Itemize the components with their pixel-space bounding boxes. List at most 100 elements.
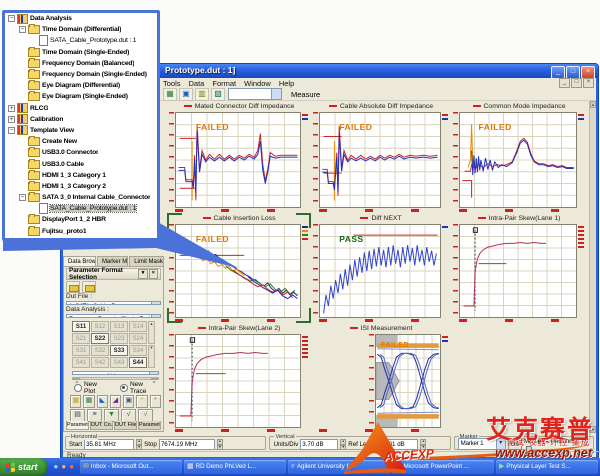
panel-icon-button[interactable]: ▦ — [70, 395, 81, 408]
all-select[interactable]: ALL — [72, 371, 159, 375]
task-button[interactable]: ✉Inbox - Microsoft Out... — [80, 460, 182, 474]
plot-frame[interactable] — [459, 224, 577, 318]
panel-icon-button[interactable]: ▦ — [83, 395, 94, 408]
tree-item[interactable]: DisplayPort 1_2 HBR — [5, 214, 157, 225]
plot-frame[interactable]: FAILED — [175, 112, 301, 208]
panel-bottom-tab[interactable]: Paramet... — [138, 421, 161, 430]
tree-item[interactable]: Frequency Domain (Single-Ended) — [5, 69, 157, 80]
measure-button[interactable]: Measure — [291, 90, 320, 99]
vertical-scrollbar[interactable]: ▲ ▼ — [589, 101, 596, 433]
panel-tab[interactable]: Marker Math — [97, 256, 128, 266]
new-plot-radio-dot[interactable] — [74, 384, 82, 392]
tree-item[interactable]: −SATA 3_0 Internal Cable_Connector — [5, 192, 157, 203]
tree-item[interactable]: Eye Diagram (Single-Ended) — [5, 91, 157, 102]
plot-frame[interactable] — [175, 334, 301, 428]
mdi-minimize-icon[interactable]: _ — [559, 78, 570, 88]
plot-frame[interactable]: FAILED — [175, 224, 301, 318]
sparam-button-s24[interactable]: S24 — [129, 333, 147, 344]
sparam-button-s23[interactable]: S23 — [110, 333, 128, 344]
minimize-icon[interactable]: _ — [551, 66, 565, 79]
stop-input[interactable]: 7674.19 MHz — [159, 439, 215, 450]
panel-tab[interactable]: Data Browser — [63, 256, 96, 266]
start-spinner[interactable]: ▲▼ — [136, 439, 142, 449]
task-button[interactable]: ▦RD Demo PhLVed L... — [184, 460, 286, 474]
tree-item[interactable]: SATA_Cable_Prototype.dut : 1 — [5, 35, 157, 46]
plot-isi-measurement[interactable]: ISI MeasurementFAILED — [311, 323, 451, 433]
plot-intra-pair-skew-lane-2-[interactable]: Intra-Pair Skew(Lane 2) — [167, 323, 311, 433]
units-input[interactable]: 3.70 dB — [300, 439, 338, 450]
sparam-button-s31[interactable]: S31 — [72, 345, 90, 356]
pin-icon[interactable]: ▾ — [138, 269, 147, 279]
toolbar-combo[interactable] — [228, 88, 282, 100]
menu-window[interactable]: Window — [244, 79, 271, 88]
plot-diff-next[interactable]: Diff NEXTPASS — [311, 213, 451, 323]
panel-icon-button[interactable]: ◣ — [97, 395, 108, 408]
tree-expander-icon[interactable]: − — [19, 194, 26, 201]
trace-icon[interactable]: ▨ — [211, 88, 225, 101]
sparam-button-s12[interactable]: S12 — [91, 321, 109, 332]
panel-bottom-tab[interactable]: Paramet... — [66, 421, 89, 430]
restore-icon[interactable]: □ — [566, 66, 580, 79]
scroll-down-icon[interactable]: ▼ — [590, 426, 596, 433]
plot-frame[interactable]: FAILED — [459, 112, 577, 208]
sparam-button-s34[interactable]: S34 — [129, 345, 147, 356]
folder-new-icon[interactable] — [82, 281, 96, 293]
tree-expander-icon[interactable]: − — [8, 15, 15, 22]
sparam-button-s41[interactable]: S41 — [72, 357, 90, 368]
start-button[interactable]: start — [0, 458, 48, 476]
save-icon[interactable]: ▣ — [179, 88, 193, 101]
folder-open-icon[interactable] — [66, 281, 80, 293]
new-plot-icon[interactable]: ▦ — [163, 88, 177, 101]
sparam-button-s11[interactable]: S11 — [72, 321, 90, 332]
tree-expander-icon[interactable]: − — [8, 127, 15, 134]
plot-cable-absolute-diff-impedance[interactable]: Cable Absolute Diff ImpedanceFAILED — [311, 101, 451, 213]
sparam-button-s21[interactable]: S21 — [72, 333, 90, 344]
new-trace-radio-dot[interactable] — [120, 384, 128, 392]
menu-tools[interactable]: Tools — [163, 79, 181, 88]
panel-icon-button[interactable]: * — [136, 395, 147, 408]
tree-expander-icon[interactable]: − — [19, 26, 26, 33]
units-spinner[interactable]: ▲▼ — [340, 439, 346, 449]
horizontal-scrollbar[interactable] — [72, 377, 159, 380]
marker-on-button[interactable]: On — [508, 439, 522, 450]
plot-common-mode-impedance[interactable]: Common Mode ImpedanceFAILED — [451, 101, 587, 213]
panel-bottom-tab[interactable]: DUT File... — [114, 421, 137, 430]
sparam-button-s44[interactable]: S44 — [129, 357, 147, 368]
panel-icon-button[interactable]: ▣ — [123, 395, 134, 408]
tree-item[interactable]: Create New — [5, 136, 157, 147]
task-button[interactable]: ▶Physical Layer Test S... — [496, 460, 598, 474]
stop-spinner[interactable]: ▲▼ — [217, 439, 223, 449]
panel-close-icon[interactable]: × — [149, 269, 158, 279]
marker-select[interactable]: Marker 1 — [458, 438, 506, 450]
data-analysis-select[interactable]: Frequency Domain (Single-Ended) — [66, 314, 161, 318]
tree-item[interactable]: Time Domain (Single-Ended) — [5, 47, 157, 58]
panel-bottom-tab[interactable]: DUT Co... — [90, 421, 113, 430]
sparam-button-s32[interactable]: S32 — [91, 345, 109, 356]
plot-mated-connector-diff-impedance[interactable]: Mated Connector Diff ImpedanceFAILED — [167, 101, 311, 213]
ref-level-input[interactable]: -11.01 dB — [376, 439, 418, 450]
menu-format[interactable]: Format — [212, 79, 236, 88]
task-button[interactable]: ▤Microsoft PowerPoint ... — [392, 460, 494, 474]
sparam-button-s22[interactable]: S22 — [91, 333, 109, 344]
sparam-button-s43[interactable]: S43 — [110, 357, 128, 368]
tree-item[interactable]: Fujitsu_proto1 — [5, 226, 157, 237]
sparam-button-s33[interactable]: S33 — [110, 345, 128, 356]
layout-icon[interactable]: ▥ — [195, 88, 209, 101]
new-plot-radio[interactable]: New Plot — [74, 381, 110, 395]
panel-icon-button[interactable]: * — [150, 395, 161, 408]
start-input[interactable]: 35.81 MHz — [84, 439, 134, 450]
mdi-close-icon[interactable]: × — [583, 78, 594, 88]
menu-help[interactable]: Help — [279, 79, 294, 88]
tree-item[interactable]: Eye Diagram (Differential) — [5, 80, 157, 91]
tree-item[interactable]: HDMI 1_3 Category 1 — [5, 170, 157, 181]
scroll-up-icon[interactable]: ▲ — [590, 101, 596, 108]
menu-data[interactable]: Data — [189, 79, 205, 88]
tree-expander-icon[interactable]: + — [8, 116, 15, 123]
plot-frame[interactable]: PASS — [319, 224, 441, 318]
plot-frame[interactable]: FAILED — [375, 334, 441, 428]
dut-file-select[interactable]: 1: SATA_Cable_Prototype — [66, 301, 161, 305]
tree-item[interactable]: −Data Analysis — [5, 13, 157, 24]
task-button[interactable]: eAgilent University f... — [288, 460, 390, 474]
close-icon[interactable]: × — [581, 66, 595, 79]
tree-item[interactable]: +RLCG — [5, 103, 157, 114]
